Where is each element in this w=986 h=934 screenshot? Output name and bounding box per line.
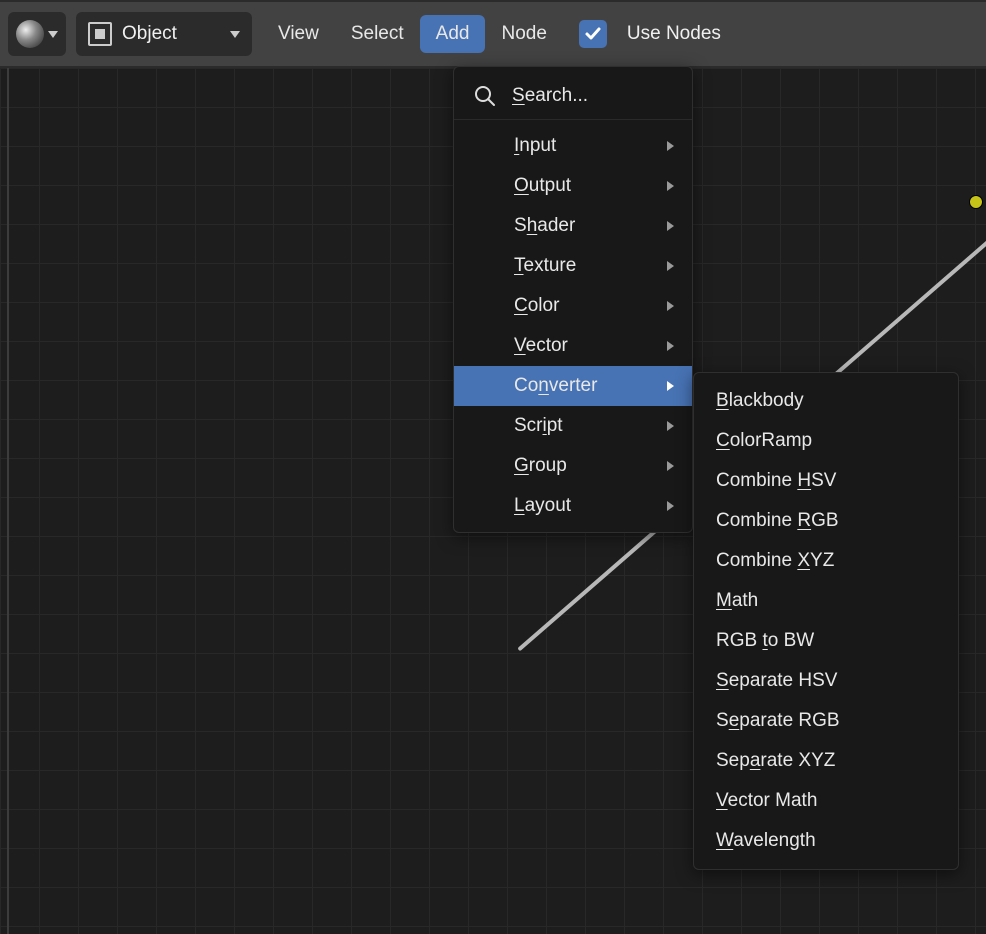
submenu-item[interactable]: Combine XYZ xyxy=(694,541,958,581)
submenu-item[interactable]: Combine HSV xyxy=(694,461,958,501)
chevron-down-icon xyxy=(230,31,240,38)
submenu-item-label: Combine HSV xyxy=(716,470,836,491)
chevron-right-icon xyxy=(667,301,674,311)
submenu-item-label: Wavelength xyxy=(716,830,816,851)
add-menu-item-layout[interactable]: Layout xyxy=(454,486,692,526)
header-menu: View Select Add Node xyxy=(262,15,563,53)
header-bar: Object View Select Add Node Use Nodes xyxy=(0,0,986,68)
use-nodes-label: Use Nodes xyxy=(627,23,721,45)
submenu-item[interactable]: Separate XYZ xyxy=(694,741,958,781)
add-menu-item-texture[interactable]: Texture xyxy=(454,246,692,286)
menu-item-label: Output xyxy=(514,175,571,197)
menu-item-label: Texture xyxy=(514,255,576,277)
submenu-item-label: ColorRamp xyxy=(716,430,812,451)
chevron-right-icon xyxy=(667,181,674,191)
chevron-right-icon xyxy=(667,501,674,511)
chevron-right-icon xyxy=(667,221,674,231)
submenu-item[interactable]: Separate RGB xyxy=(694,701,958,741)
add-menu-dropdown: Search... Input Output Shader Texture Color V… xyxy=(453,66,693,533)
chevron-down-icon xyxy=(48,31,58,38)
menu-item-label: Color xyxy=(514,295,559,317)
submenu-item-label: Math xyxy=(716,590,758,611)
chevron-right-icon xyxy=(667,141,674,151)
menu-add[interactable]: Add xyxy=(420,15,486,53)
submenu-item-label: Separate RGB xyxy=(716,710,840,731)
submenu-item[interactable]: Separate HSV xyxy=(694,661,958,701)
submenu-item-label: Separate XYZ xyxy=(716,750,835,771)
submenu-item-label: Combine XYZ xyxy=(716,550,834,571)
node-socket[interactable] xyxy=(969,195,983,209)
add-menu-item-shader[interactable]: Shader xyxy=(454,206,692,246)
shader-editor-icon xyxy=(16,20,44,48)
search-icon xyxy=(472,83,498,109)
editor-border xyxy=(7,68,9,934)
mode-label: Object xyxy=(122,23,177,45)
menu-item-label: Vector xyxy=(514,335,568,357)
menu-item-label: Layout xyxy=(514,495,571,517)
menu-search[interactable]: Search... xyxy=(454,73,692,120)
use-nodes-checkbox[interactable] xyxy=(579,20,607,48)
editor-type-selector[interactable] xyxy=(8,12,66,56)
menu-item-label: Script xyxy=(514,415,563,437)
menu-node[interactable]: Node xyxy=(485,15,562,53)
add-menu-item-input[interactable]: Input xyxy=(454,126,692,166)
submenu-item[interactable]: Wavelength xyxy=(694,821,958,861)
submenu-item[interactable]: Vector Math xyxy=(694,781,958,821)
converter-submenu: Blackbody ColorRamp Combine HSV Combine RGB… xyxy=(693,372,959,870)
submenu-item[interactable]: Blackbody xyxy=(694,381,958,421)
checkmark-icon xyxy=(584,25,602,43)
submenu-item-label: RGB to BW xyxy=(716,630,814,651)
submenu-item-label: Vector Math xyxy=(716,790,817,811)
submenu-item[interactable]: Combine RGB xyxy=(694,501,958,541)
menu-item-label: Converter xyxy=(514,375,597,397)
add-menu-item-output[interactable]: Output xyxy=(454,166,692,206)
chevron-right-icon xyxy=(667,261,674,271)
chevron-right-icon xyxy=(667,341,674,351)
add-menu-item-group[interactable]: Group xyxy=(454,446,692,486)
submenu-item-label: Separate HSV xyxy=(716,670,837,691)
menu-item-label: Shader xyxy=(514,215,575,237)
menu-select[interactable]: Select xyxy=(335,15,420,53)
add-menu-item-script[interactable]: Script xyxy=(454,406,692,446)
menu-item-label: Group xyxy=(514,455,567,477)
menu-item-label: Input xyxy=(514,135,556,157)
add-menu-item-vector[interactable]: Vector xyxy=(454,326,692,366)
submenu-item-label: Combine RGB xyxy=(716,510,839,531)
submenu-item[interactable]: Math xyxy=(694,581,958,621)
add-menu-item-color[interactable]: Color xyxy=(454,286,692,326)
chevron-right-icon xyxy=(667,421,674,431)
menu-view[interactable]: View xyxy=(262,15,335,53)
submenu-item-label: Blackbody xyxy=(716,390,804,411)
add-menu-item-converter[interactable]: Converter xyxy=(454,366,692,406)
submenu-item[interactable]: RGB to BW xyxy=(694,621,958,661)
chevron-right-icon xyxy=(667,461,674,471)
object-mode-icon xyxy=(88,22,112,46)
mode-selector[interactable]: Object xyxy=(76,12,252,56)
chevron-right-icon xyxy=(667,381,674,391)
search-placeholder: Search... xyxy=(512,85,588,107)
submenu-item[interactable]: ColorRamp xyxy=(694,421,958,461)
